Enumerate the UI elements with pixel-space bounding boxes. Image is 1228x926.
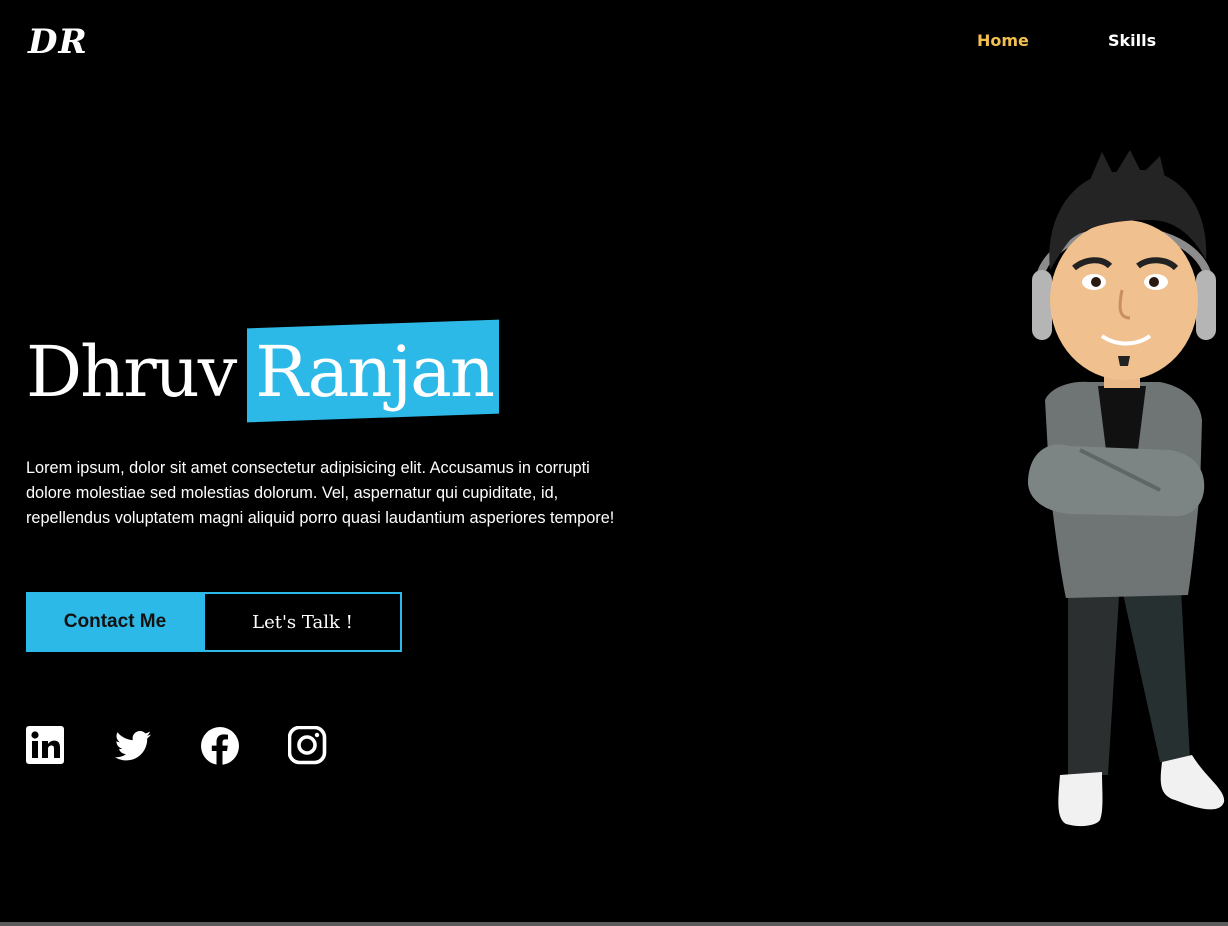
avatar-right-leg <box>1120 570 1190 762</box>
page-bottom-border <box>0 922 1228 926</box>
hero-first-name: Dhruv <box>26 331 237 413</box>
hero-intro-text: Lorem ipsum, dolor sit amet consectetur … <box>26 459 615 527</box>
avatar-left-leg <box>1068 570 1120 775</box>
linkedin-icon[interactable] <box>26 726 66 766</box>
facebook-icon[interactable] <box>200 726 240 766</box>
hero-last-name-highlight: Ranjan <box>247 319 499 423</box>
twitter-icon[interactable] <box>113 726 153 766</box>
instagram-icon[interactable] <box>288 726 328 766</box>
avatar-right-shoe <box>1160 755 1225 810</box>
contact-me-button[interactable]: Contact Me <box>26 592 204 652</box>
avatar-left-shoe <box>1058 772 1103 827</box>
avatar-arms <box>1027 444 1205 517</box>
avatar-shirt <box>1098 386 1146 450</box>
nav-skills-link[interactable]: Skills <box>1108 30 1156 52</box>
hero-last-name: Ranjan <box>255 331 495 413</box>
nav-home-link[interactable]: Home <box>977 30 1029 52</box>
hero-name: Dhruv Ranjan <box>26 319 499 423</box>
page: DR Home Skills Dhruv Ranjan Lorem ipsum, … <box>0 0 1228 926</box>
site-logo[interactable]: DR <box>28 20 88 64</box>
lets-talk-button[interactable]: Let's Talk ! <box>203 592 402 652</box>
avatar-illustration <box>1027 150 1225 827</box>
